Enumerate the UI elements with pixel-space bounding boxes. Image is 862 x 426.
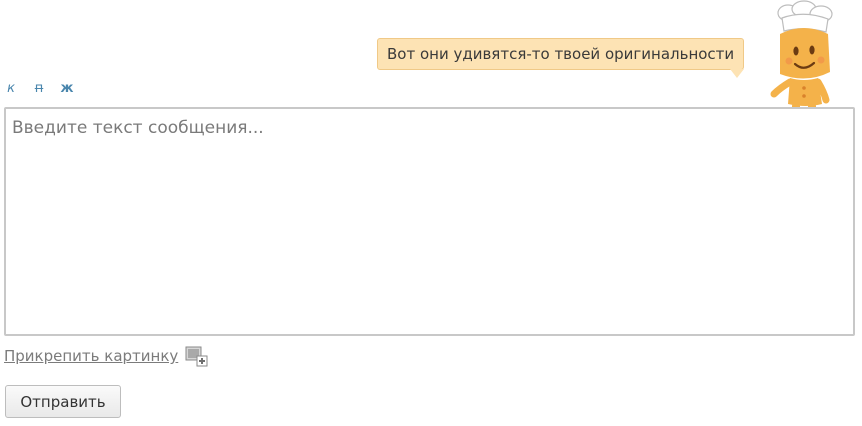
bold-button[interactable]: ж	[60, 81, 74, 96]
format-toolbar: к п ж	[4, 78, 74, 98]
message-textarea[interactable]	[4, 107, 855, 336]
gingerbread-chef-icon	[770, 0, 833, 120]
attach-image-row: Прикрепить картинку	[4, 345, 208, 367]
italic-button[interactable]: к	[4, 81, 18, 96]
submit-button[interactable]: Отправить	[5, 385, 121, 418]
strikethrough-button[interactable]: п	[32, 81, 46, 96]
speech-bubble: Вот они удивятся-то твоей оригинальности	[377, 38, 745, 70]
speech-bubble-tail	[730, 69, 744, 78]
image-add-icon[interactable]	[184, 345, 208, 367]
speech-bubble-text: Вот они удивятся-то твоей оригинальности	[387, 45, 735, 63]
attach-image-link[interactable]: Прикрепить картинку	[4, 347, 178, 365]
comment-form: Вот они удивятся-то твоей оригинальности…	[0, 0, 862, 426]
